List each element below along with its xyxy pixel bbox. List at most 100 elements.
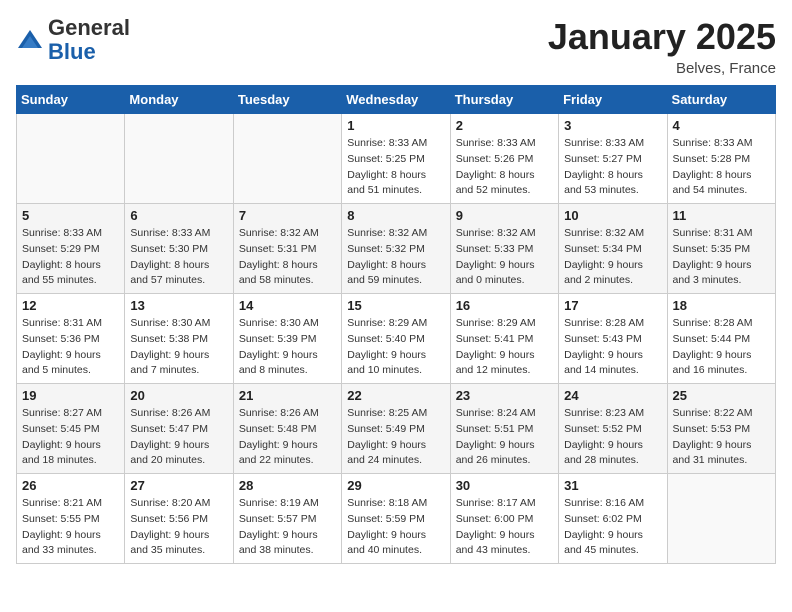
day-of-week-friday: Friday (559, 86, 667, 114)
day-number: 26 (22, 478, 119, 493)
calendar-cell: 15 Sunrise: 8:29 AMSunset: 5:40 PMDayligh… (342, 294, 450, 384)
day-number: 20 (130, 388, 227, 403)
day-info: Sunrise: 8:32 AMSunset: 5:34 PMDaylight:… (564, 226, 661, 289)
calendar-cell (667, 474, 775, 564)
day-number: 31 (564, 478, 661, 493)
day-number: 23 (456, 388, 553, 403)
day-number: 13 (130, 298, 227, 313)
day-number: 18 (673, 298, 770, 313)
day-info: Sunrise: 8:33 AMSunset: 5:25 PMDaylight:… (347, 136, 444, 199)
calendar-week-3: 12 Sunrise: 8:31 AMSunset: 5:36 PMDayligh… (17, 294, 776, 384)
calendar-cell: 30Sunrise: 8:17 AMSunset: 6:00 PMDayligh… (450, 474, 558, 564)
day-info: Sunrise: 8:18 AMSunset: 5:59 PMDaylight:… (347, 496, 444, 559)
calendar-cell: 5Sunrise: 8:33 AMSunset: 5:29 PMDaylight… (17, 204, 125, 294)
calendar-cell: 24 Sunrise: 8:23 AMSunset: 5:52 PMDayligh… (559, 384, 667, 474)
calendar-cell: 16 Sunrise: 8:29 AMSunset: 5:41 PMDayligh… (450, 294, 558, 384)
day-number: 25 (673, 388, 770, 403)
day-info: Sunrise: 8:33 AMSunset: 5:26 PMDaylight:… (456, 136, 553, 199)
day-of-week-monday: Monday (125, 86, 233, 114)
day-number: 10 (564, 208, 661, 223)
calendar-cell: 10 Sunrise: 8:32 AMSunset: 5:34 PMDayligh… (559, 204, 667, 294)
day-number: 16 (456, 298, 553, 313)
day-info: Sunrise: 8:20 AMSunset: 5:56 PMDaylight:… (130, 496, 227, 559)
day-number: 2 (456, 118, 553, 133)
day-number: 4 (673, 118, 770, 133)
logo: General Blue (16, 16, 130, 64)
calendar-cell: 14Sunrise: 8:30 AMSunset: 5:39 PMDayligh… (233, 294, 341, 384)
day-info: Sunrise: 8:25 AMSunset: 5:49 PMDaylight:… (347, 406, 444, 469)
calendar-cell (17, 114, 125, 204)
day-info: Sunrise: 8:17 AMSunset: 6:00 PMDaylight:… (456, 496, 553, 559)
location: Belves, France (548, 60, 776, 77)
day-info: Sunrise: 8:26 AMSunset: 5:48 PMDaylight:… (239, 406, 336, 469)
calendar-cell (125, 114, 233, 204)
day-info: Sunrise: 8:22 AMSunset: 5:53 PMDaylight:… (673, 406, 770, 469)
day-info: Sunrise: 8:21 AMSunset: 5:55 PMDaylight:… (22, 496, 119, 559)
day-number: 28 (239, 478, 336, 493)
calendar-cell: 6 Sunrise: 8:33 AMSunset: 5:30 PMDaylight… (125, 204, 233, 294)
day-number: 19 (22, 388, 119, 403)
calendar-cell: 26 Sunrise: 8:21 AMSunset: 5:55 PMDayligh… (17, 474, 125, 564)
day-number: 14 (239, 298, 336, 313)
day-info: Sunrise: 8:32 AMSunset: 5:33 PMDaylight:… (456, 226, 553, 289)
title-block: January 2025 Belves, France (548, 16, 776, 77)
day-of-week-wednesday: Wednesday (342, 86, 450, 114)
day-number: 29 (347, 478, 444, 493)
calendar-week-4: 19 Sunrise: 8:27 AMSunset: 5:45 PMDayligh… (17, 384, 776, 474)
calendar-week-5: 26 Sunrise: 8:21 AMSunset: 5:55 PMDayligh… (17, 474, 776, 564)
calendar-week-2: 5Sunrise: 8:33 AMSunset: 5:29 PMDaylight… (17, 204, 776, 294)
day-info: Sunrise: 8:31 AMSunset: 5:35 PMDaylight:… (673, 226, 770, 289)
day-info: Sunrise: 8:23 AMSunset: 5:52 PMDaylight:… (564, 406, 661, 469)
day-info: Sunrise: 8:28 AMSunset: 5:43 PMDaylight:… (564, 316, 661, 379)
day-info: Sunrise: 8:27 AMSunset: 5:45 PMDaylight:… (22, 406, 119, 469)
calendar-cell: 31Sunrise: 8:16 AMSunset: 6:02 PMDayligh… (559, 474, 667, 564)
calendar-cell: 21 Sunrise: 8:26 AMSunset: 5:48 PMDayligh… (233, 384, 341, 474)
day-number: 22 (347, 388, 444, 403)
day-number: 17 (564, 298, 661, 313)
calendar-cell: 23 Sunrise: 8:24 AMSunset: 5:51 PMDayligh… (450, 384, 558, 474)
day-info: Sunrise: 8:29 AMSunset: 5:41 PMDaylight:… (456, 316, 553, 379)
day-number: 21 (239, 388, 336, 403)
month-title: January 2025 (548, 16, 776, 58)
page-header: General Blue January 2025 Belves, France (16, 16, 776, 77)
calendar-cell: 8 Sunrise: 8:32 AMSunset: 5:32 PMDaylight… (342, 204, 450, 294)
calendar-cell: 17 Sunrise: 8:28 AMSunset: 5:43 PMDayligh… (559, 294, 667, 384)
day-info: Sunrise: 8:33 AMSunset: 5:30 PMDaylight:… (130, 226, 227, 289)
day-number: 6 (130, 208, 227, 223)
calendar-cell: 22 Sunrise: 8:25 AMSunset: 5:49 PMDayligh… (342, 384, 450, 474)
day-info: Sunrise: 8:30 AMSunset: 5:38 PMDaylight:… (130, 316, 227, 379)
logo-text: General Blue (48, 16, 130, 64)
day-info: Sunrise: 8:29 AMSunset: 5:40 PMDaylight:… (347, 316, 444, 379)
day-info: Sunrise: 8:31 AMSunset: 5:36 PMDaylight:… (22, 316, 119, 379)
day-info: Sunrise: 8:32 AMSunset: 5:32 PMDaylight:… (347, 226, 444, 289)
day-number: 27 (130, 478, 227, 493)
day-of-week-thursday: Thursday (450, 86, 558, 114)
day-info: Sunrise: 8:32 AMSunset: 5:31 PMDaylight:… (239, 226, 336, 289)
day-number: 5 (22, 208, 119, 223)
calendar-table: SundayMondayTuesdayWednesdayThursdayFrid… (16, 85, 776, 564)
day-number: 3 (564, 118, 661, 133)
day-number: 8 (347, 208, 444, 223)
day-number: 1 (347, 118, 444, 133)
day-number: 7 (239, 208, 336, 223)
day-info: Sunrise: 8:24 AMSunset: 5:51 PMDaylight:… (456, 406, 553, 469)
day-number: 15 (347, 298, 444, 313)
calendar-cell: 19 Sunrise: 8:27 AMSunset: 5:45 PMDayligh… (17, 384, 125, 474)
day-number: 24 (564, 388, 661, 403)
day-of-week-saturday: Saturday (667, 86, 775, 114)
calendar-cell: 18 Sunrise: 8:28 AMSunset: 5:44 PMDayligh… (667, 294, 775, 384)
day-of-week-tuesday: Tuesday (233, 86, 341, 114)
day-info: Sunrise: 8:33 AMSunset: 5:27 PMDaylight:… (564, 136, 661, 199)
day-number: 12 (22, 298, 119, 313)
calendar-cell: 12 Sunrise: 8:31 AMSunset: 5:36 PMDayligh… (17, 294, 125, 384)
calendar-cell: 20Sunrise: 8:26 AMSunset: 5:47 PMDayligh… (125, 384, 233, 474)
calendar-week-1: 1 Sunrise: 8:33 AMSunset: 5:25 PMDaylight… (17, 114, 776, 204)
logo-icon (16, 26, 44, 54)
calendar-cell: 29 Sunrise: 8:18 AMSunset: 5:59 PMDayligh… (342, 474, 450, 564)
day-info: Sunrise: 8:19 AMSunset: 5:57 PMDaylight:… (239, 496, 336, 559)
calendar-cell: 4Sunrise: 8:33 AMSunset: 5:28 PMDaylight… (667, 114, 775, 204)
day-info: Sunrise: 8:28 AMSunset: 5:44 PMDaylight:… (673, 316, 770, 379)
calendar-cell: 27 Sunrise: 8:20 AMSunset: 5:56 PMDayligh… (125, 474, 233, 564)
calendar-header-row: SundayMondayTuesdayWednesdayThursdayFrid… (17, 86, 776, 114)
calendar-cell: 25 Sunrise: 8:22 AMSunset: 5:53 PMDayligh… (667, 384, 775, 474)
